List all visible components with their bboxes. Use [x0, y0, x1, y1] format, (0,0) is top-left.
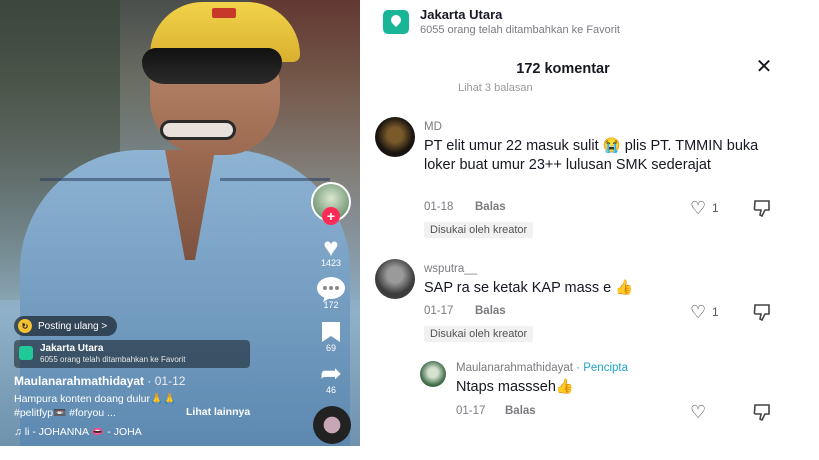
- creator-liked-badge: Disukai oleh kreator: [424, 222, 534, 238]
- reply-button[interactable]: Balas: [505, 405, 536, 417]
- post-date: · 01-12: [147, 374, 186, 388]
- repost-icon: ↻: [18, 319, 32, 333]
- location-card[interactable]: Jakarta Utara 6055 orang telah ditambahk…: [14, 340, 250, 368]
- comment-date: 01-17: [424, 305, 454, 317]
- bookmark-shape-icon: [322, 322, 340, 342]
- reply-text: Ntaps massseh👍: [456, 379, 574, 395]
- video-player[interactable]: + ♥ 1423 172 69 ➦ 46 ↻ Posting ulang > J…: [0, 0, 360, 446]
- thumb-down-icon: [753, 304, 770, 322]
- reply-author[interactable]: Maulanarahmathidayat: [456, 362, 573, 374]
- caption-text: Hampura konten doang dulur🙏🙏: [14, 393, 177, 405]
- like-count: 1: [712, 305, 719, 319]
- comment-date: 01-18: [424, 201, 454, 213]
- avatar[interactable]: [375, 259, 415, 299]
- avatar[interactable]: [420, 361, 446, 387]
- sunglasses: [142, 48, 282, 84]
- avatar[interactable]: [375, 117, 415, 157]
- shirt-stripe: [40, 178, 190, 181]
- person-mouth: [160, 120, 236, 140]
- follow-plus-icon[interactable]: +: [322, 207, 340, 225]
- dislike-icon[interactable]: [753, 199, 773, 222]
- creator-tag: · Pencipta: [576, 362, 628, 374]
- music-disc-icon[interactable]: [313, 406, 351, 444]
- like-count: 1423: [320, 258, 342, 268]
- see-more-link[interactable]: Lihat lainnya: [186, 406, 250, 418]
- author-name[interactable]: Maulanarahmathidayat: [14, 374, 144, 388]
- share-count: 46: [325, 385, 336, 395]
- creator-liked-badge: Disukai oleh kreator: [424, 326, 534, 342]
- comment-bubble-icon: [317, 277, 345, 302]
- comment-username[interactable]: wsputra__: [424, 263, 477, 275]
- thumb-down-icon: [753, 200, 770, 218]
- helmet-logo: [212, 8, 236, 18]
- repost-label: Posting ulang >: [38, 320, 108, 332]
- caption-hashtags[interactable]: #pelitfyp📼 #foryou ...: [14, 406, 304, 419]
- location-pin-icon: [19, 346, 33, 360]
- like-icon[interactable]: ♡: [690, 199, 706, 217]
- dislike-icon[interactable]: [753, 303, 773, 326]
- location-title: Jakarta Utara: [40, 343, 104, 354]
- reply-button[interactable]: Balas: [475, 201, 506, 213]
- comment-text: PT elit umur 22 masuk sulit 😭 plis PT. T…: [424, 138, 759, 173]
- shirt-stripe: [220, 178, 330, 181]
- music-ticker[interactable]: ♫ li - JOHANNA 👄 - JOHA: [14, 425, 184, 438]
- comment-date: 01-17: [456, 405, 486, 417]
- location-title[interactable]: Jakarta Utara: [420, 7, 502, 22]
- like-count: 1: [712, 201, 719, 215]
- location-subtitle: 6055 orang telah ditambahkan ke Favorit: [40, 355, 186, 364]
- author-line[interactable]: Maulanarahmathidayat · 01-12: [14, 374, 185, 388]
- dislike-icon[interactable]: [753, 403, 773, 426]
- thumb-down-icon: [753, 404, 770, 422]
- location-pin-icon[interactable]: [383, 10, 409, 34]
- like-icon[interactable]: ♡: [690, 403, 706, 421]
- reply-button[interactable]: Balas: [475, 305, 506, 317]
- like-icon[interactable]: ♡: [690, 303, 706, 321]
- comments-panel: Jakarta Utara 6055 orang telah ditambahk…: [363, 0, 819, 460]
- repost-pill[interactable]: ↻ Posting ulang >: [14, 316, 118, 336]
- comment-count: 172: [323, 300, 339, 310]
- save-count: 69: [325, 343, 336, 353]
- view-replies-link[interactable]: Lihat 3 balasan: [458, 82, 533, 92]
- comments-count-title: 172 komentar: [516, 61, 610, 77]
- comment-username[interactable]: MD: [424, 121, 442, 133]
- close-icon[interactable]: ✕: [753, 56, 775, 78]
- reply-username[interactable]: Maulanarahmathidayat · Pencipta: [456, 362, 628, 374]
- location-subtitle: 6055 orang telah ditambahkan ke Favorit: [420, 24, 620, 36]
- comment-text: SAP ra se ketak KAP mass e 👍: [424, 280, 634, 296]
